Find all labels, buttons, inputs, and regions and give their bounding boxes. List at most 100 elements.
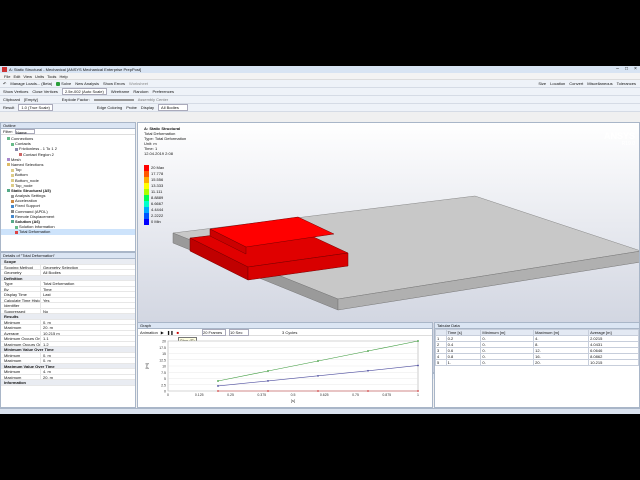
details-key: Geometry [1,270,41,275]
random-colors-button[interactable]: Random [133,89,148,94]
show-vertices-button[interactable]: Show Vertices [3,89,28,94]
explode-factor-label: Explode Factor: [61,97,90,102]
menu-file[interactable]: File [4,74,10,79]
frames-select[interactable]: 20 Frames [202,328,226,336]
details-grid: Scope Scoping Method Geometry Selection Geo… [1,259,135,386]
y-axis-label: [m] [144,363,149,369]
preferences-button[interactable]: Preferences [152,89,174,94]
deformation-scale-select[interactable]: 2.5e-002 (Auto Scale) [61,88,107,95]
details-panel: Details of "Total Deformation" Scope Scop… [0,252,136,408]
tolerances-menu[interactable]: Tolerances [617,81,636,86]
data-point [317,374,319,377]
details-key: Minimum [1,369,41,374]
y-tick-label: 10 [162,365,166,369]
wireframe-button[interactable]: Wireframe [111,89,129,94]
details-key: Maximum Occurs On [1,341,41,346]
cycles-select[interactable]: 3 Cycles [282,330,297,335]
table-cell: 20. [533,359,590,366]
pause-icon[interactable]: ❚❚ [167,330,174,335]
x-tick-label: 0 [167,393,169,397]
details-key: Minimum Occurs On [1,336,41,341]
menu-units[interactable]: Units [35,74,44,79]
convert-menu[interactable]: Convert [569,81,583,86]
tree-node-icon [11,220,14,224]
data-point [217,385,219,387]
close-vertices-button[interactable]: Close Vertices [32,89,58,94]
location-menu[interactable]: Location [550,81,565,86]
filter-select[interactable]: Name [15,129,35,135]
data-point [267,379,269,382]
graph-chart: 02.557.51012.51517.5200 0.125 0.25 0.375 0.5… [144,340,419,404]
data-point [267,390,269,392]
menu-help[interactable]: Help [59,74,67,79]
clipboard-button[interactable]: Clipboard [3,97,20,102]
tabular-table: Time [s] Minimum [m] Maximum [m] Average… [435,329,639,366]
size-menu[interactable]: Size [538,81,546,86]
animation-label: Animation [140,329,158,335]
details-row[interactable]: Information [1,380,135,386]
play-icon[interactable]: ▶ [161,330,164,335]
details-value: Geometry Selection [43,264,79,269]
details-key: Suppressed [1,308,41,313]
tree-node-icon [7,189,10,193]
solve-button[interactable]: Solve [56,81,71,86]
data-point [217,390,219,392]
x-tick-label: 0.5 [291,393,296,397]
tree-node-icon [11,194,14,198]
menu-edit[interactable]: Edit [13,74,20,79]
details-value: 20. m [43,325,54,330]
details-key: Calculate Time History [1,297,41,302]
probe-button[interactable]: Probe [126,105,137,110]
menu-tools[interactable]: Tools [47,74,56,79]
maximize-icon[interactable]: □ [622,66,631,73]
seconds-select[interactable]: 10 Sec [229,328,249,336]
application-window: A: Static Structural - Mechanical [ANSYS… [0,66,640,414]
new-analysis-button[interactable]: New Analysis [75,81,99,86]
details-value: 10.215 m [43,330,60,335]
manage-loads-button[interactable]: Manage Loads... (Beta) [10,81,52,86]
tree-node-icon [7,137,10,141]
display-bodies-select[interactable]: All Bodies [158,104,189,111]
undo-icon[interactable]: ↶ [3,81,6,86]
y-tick-label: 7.5 [161,371,166,375]
y-tick-label: 2.5 [161,383,166,387]
outline-item[interactable]: Total Deformation [1,229,135,235]
details-value: Last [43,292,51,297]
show-errors-button[interactable]: Show Errors [103,81,125,86]
details-key: Definition [4,275,23,280]
menu-view[interactable]: View [23,74,32,79]
result-scale-select[interactable]: 1.0 (True Scale) [18,104,53,111]
tree-node-icon [11,184,14,188]
worksheet-button[interactable]: Worksheet [129,81,148,86]
table-row[interactable]: 5 1. 0. 20. 10.215 [435,359,639,366]
minimize-icon[interactable]: – [613,66,622,73]
explode-slider[interactable] [93,98,134,101]
details-value: 4. m [43,369,51,374]
tree-node-icon [11,173,14,177]
details-value: 1.2 [43,341,49,346]
details-value: 0. m [43,358,51,363]
y-tick-label: 20 [162,340,166,344]
assembly-center-select[interactable]: Assembly Center [138,97,168,102]
stop-icon[interactable]: ■ [177,330,179,335]
edge-coloring-button[interactable]: Edge Coloring [97,105,122,110]
details-key: Average [1,330,41,335]
miscellaneous-menu[interactable]: Miscellaneous [587,81,612,86]
y-tick-label: 0 [164,390,166,394]
outline-tree: Connections Contacts Frictionless - 1 To 1… [1,135,135,235]
tree-node-icon [7,158,10,162]
tree-node-icon [11,168,14,172]
animation-toolbar: Animation ▶ ❚❚ ■ 20 Frames 10 Sec 3 Cycl… [138,328,432,336]
details-value: No [43,308,49,313]
data-point [417,364,419,367]
details-key: Minimum Value Over Time [4,347,54,352]
x-tick-label: 1 [417,393,419,397]
data-point [367,369,369,372]
data-point [417,340,419,342]
details-key: Maximum [1,374,41,379]
x-tick-label: 0.75 [352,393,359,397]
tree-node-icon [11,178,14,182]
details-value: 0. m [43,319,51,324]
y-tick-label: 5 [164,377,166,381]
close-icon[interactable]: × [631,66,640,73]
